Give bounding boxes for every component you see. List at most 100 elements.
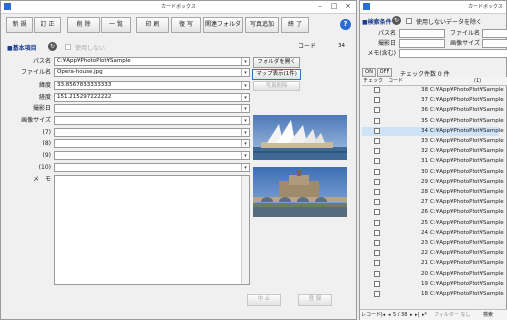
field10-input[interactable]: ▾: [54, 163, 250, 172]
row-checkbox[interactable]: [374, 189, 380, 195]
filter-status[interactable]: フィルター なし: [434, 310, 471, 320]
path-input[interactable]: C:¥App¥PhotoPlot¥Sample ▾: [54, 57, 250, 66]
on-button[interactable]: ON: [362, 68, 376, 77]
table-row[interactable]: 27 C:¥App¥PhotoPlot¥Sample: [362, 198, 504, 207]
photo-delete-button[interactable]: 写真削除: [253, 81, 300, 91]
row-checkbox[interactable]: [374, 280, 380, 287]
table-row[interactable]: 20 C:¥App¥PhotoPlot¥Sample: [362, 270, 504, 279]
chevron-down-icon[interactable]: ▾: [241, 105, 249, 112]
file-input[interactable]: Opera-house.jpg ▾: [54, 68, 250, 77]
row-checkbox[interactable]: [374, 87, 380, 93]
table-row[interactable]: 24 C:¥App¥PhotoPlot¥Sample: [362, 229, 504, 238]
field9-input[interactable]: ▾: [54, 151, 250, 160]
chevron-down-icon[interactable]: ▾: [241, 117, 249, 124]
search-size-input[interactable]: [482, 39, 507, 48]
chevron-down-icon[interactable]: ▾: [241, 82, 249, 89]
list-button[interactable]: 一 覧: [101, 17, 131, 33]
copy-button[interactable]: 復 写: [171, 17, 201, 33]
chevron-down-icon[interactable]: ▾: [241, 129, 249, 136]
table-row[interactable]: 30 C:¥App¥PhotoPlot¥Sample: [362, 168, 504, 177]
exclude-unused-checkbox[interactable]: [406, 18, 412, 24]
minimize-icon[interactable]: –: [315, 2, 325, 11]
table-row[interactable]: 29 C:¥App¥PhotoPlot¥Sample: [362, 178, 504, 187]
memo-textarea[interactable]: [54, 175, 250, 285]
table-row[interactable]: 34 C:¥App¥PhotoPlot¥Sample: [362, 126, 504, 136]
prev-record-icon[interactable]: ◂: [388, 310, 391, 320]
table-row[interactable]: 35 C:¥App¥PhotoPlot¥Sample: [362, 117, 504, 126]
next-record-icon[interactable]: ▸: [410, 310, 413, 320]
row-checkbox[interactable]: [374, 240, 380, 246]
table-row[interactable]: 25 C:¥App¥PhotoPlot¥Sample: [362, 219, 504, 228]
record-position[interactable]: 5 / 38: [393, 310, 407, 320]
exit-button[interactable]: 終 了: [281, 17, 309, 33]
row-checkbox[interactable]: [374, 148, 380, 155]
row-checkbox[interactable]: [374, 219, 380, 226]
row-checkbox[interactable]: [374, 270, 380, 277]
register-button[interactable]: 登 録: [298, 294, 332, 306]
cancel-button[interactable]: 中 止: [247, 294, 281, 306]
table-row[interactable]: 22 C:¥App¥PhotoPlot¥Sample: [362, 249, 504, 258]
delete-button[interactable]: 削 除: [67, 17, 100, 33]
unused-checkbox[interactable]: [65, 44, 71, 50]
chevron-down-icon[interactable]: ▾: [241, 58, 249, 65]
row-checkbox[interactable]: [374, 260, 380, 267]
table-row[interactable]: 36 C:¥App¥PhotoPlot¥Sample: [362, 106, 504, 115]
row-checkbox[interactable]: [374, 138, 380, 144]
table-row[interactable]: 23 C:¥App¥PhotoPlot¥Sample: [362, 239, 504, 248]
new-button[interactable]: 新 規: [6, 17, 33, 33]
maximize-icon[interactable]: □: [329, 2, 339, 11]
refresh-icon[interactable]: ↻: [48, 42, 57, 51]
date-input[interactable]: ▾: [54, 104, 250, 113]
row-checkbox[interactable]: [374, 250, 380, 257]
related-folder-button[interactable]: 関連フォルダ: [203, 17, 243, 33]
field7-input[interactable]: ▾: [54, 128, 250, 137]
last-record-icon[interactable]: ▸|: [415, 310, 419, 320]
first-record-icon[interactable]: |◂: [381, 310, 385, 320]
chevron-down-icon[interactable]: ▾: [241, 69, 249, 76]
row-checkbox[interactable]: [374, 209, 380, 216]
new-record-icon[interactable]: ▸*: [422, 310, 427, 320]
lat-input[interactable]: 33.8567833333333 ▾: [54, 81, 250, 90]
row-checkbox[interactable]: [374, 178, 380, 185]
chevron-down-icon[interactable]: ▾: [241, 164, 249, 171]
lon-input[interactable]: 151.215297222222 ▾: [54, 93, 250, 102]
table-row[interactable]: 37 C:¥App¥PhotoPlot¥Sample: [362, 96, 504, 105]
search-memo-input[interactable]: [399, 49, 507, 58]
table-row[interactable]: 19 C:¥App¥PhotoPlot¥Sample: [362, 280, 504, 289]
chevron-down-icon[interactable]: ▾: [241, 94, 249, 101]
row-checkbox[interactable]: [374, 107, 380, 114]
edit-button[interactable]: 訂 正: [34, 17, 61, 33]
table-row[interactable]: 18 C:¥App¥PhotoPlot¥Sample: [362, 290, 504, 299]
table-row[interactable]: 28 C:¥App¥PhotoPlot¥Sample: [362, 188, 504, 197]
search-file-input[interactable]: [482, 29, 507, 38]
memo-scrollbar[interactable]: [241, 176, 249, 284]
row-checkbox[interactable]: [374, 97, 380, 104]
row-checkbox[interactable]: [374, 199, 380, 206]
row-checkbox[interactable]: [374, 229, 380, 236]
table-row[interactable]: 21 C:¥App¥PhotoPlot¥Sample: [362, 259, 504, 268]
row-checkbox[interactable]: [374, 127, 380, 134]
search-date-input[interactable]: [399, 39, 445, 48]
table-row[interactable]: 38 C:¥App¥PhotoPlot¥Sample: [362, 86, 504, 95]
row-checkbox[interactable]: [374, 158, 380, 165]
row-checkbox[interactable]: [374, 117, 380, 124]
open-folder-button[interactable]: フォルダを開く: [253, 57, 300, 68]
table-row[interactable]: 32 C:¥App¥PhotoPlot¥Sample: [362, 147, 504, 156]
row-checkbox[interactable]: [374, 168, 380, 175]
table-row[interactable]: 26 C:¥App¥PhotoPlot¥Sample: [362, 208, 504, 217]
field8-input[interactable]: ▾: [54, 139, 250, 148]
refresh-icon[interactable]: ↻: [392, 16, 401, 25]
print-button[interactable]: 印 刷: [136, 17, 169, 33]
help-icon[interactable]: ?: [340, 19, 351, 30]
search-path-input[interactable]: [399, 29, 445, 38]
search-box[interactable]: 検索: [483, 310, 493, 320]
close-icon[interactable]: ×: [343, 2, 353, 11]
chevron-down-icon[interactable]: ▾: [241, 140, 249, 147]
off-button[interactable]: OFF: [377, 68, 392, 77]
map-button[interactable]: マップ表示(1件): [252, 69, 301, 80]
size-input[interactable]: ▾: [54, 116, 250, 125]
chevron-down-icon[interactable]: ▾: [241, 152, 249, 159]
table-row[interactable]: 33 C:¥App¥PhotoPlot¥Sample: [362, 137, 504, 146]
table-row[interactable]: 31 C:¥App¥PhotoPlot¥Sample: [362, 157, 504, 166]
add-photo-button[interactable]: 写真追加: [245, 17, 279, 33]
